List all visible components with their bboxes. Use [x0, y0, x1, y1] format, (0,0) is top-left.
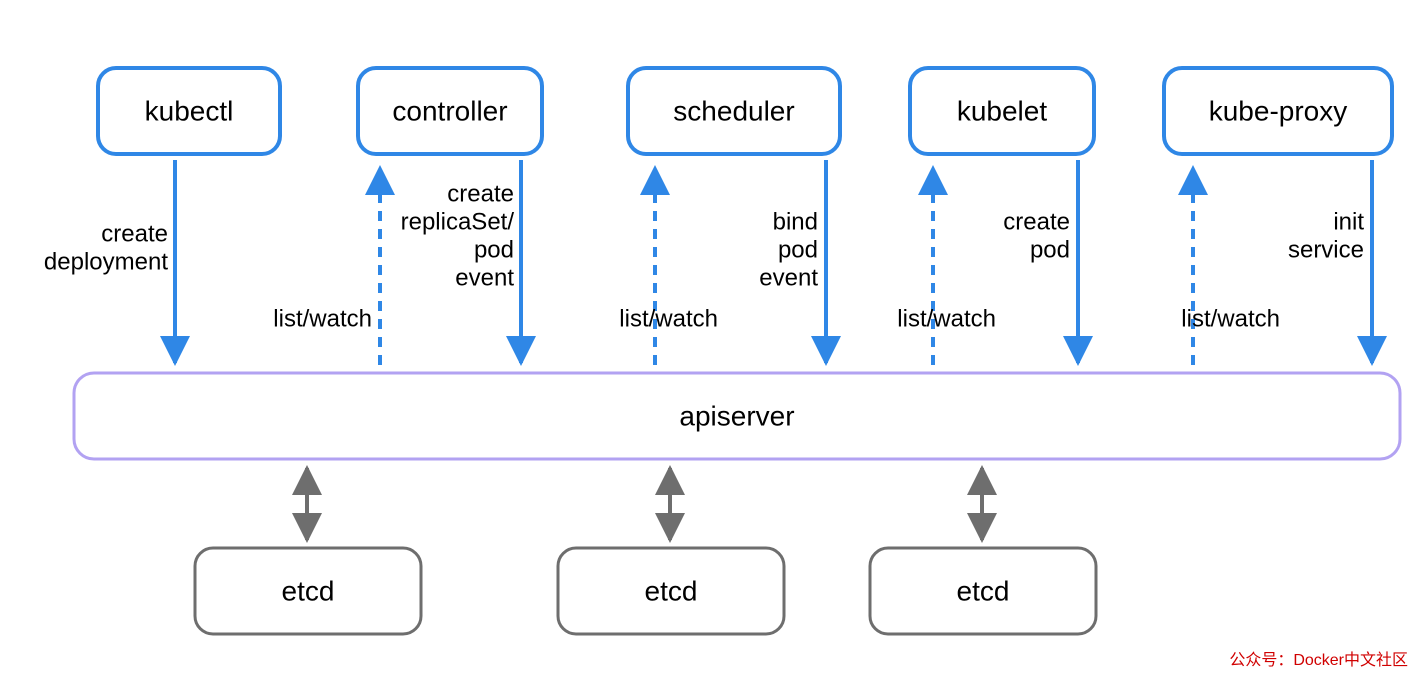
- label-controller-down-3: pod: [474, 236, 514, 263]
- label-kubelet-up: list/watch: [897, 305, 996, 332]
- credit-text: 公众号：Docker中文社区: [1229, 651, 1408, 669]
- node-etcd-2-label: etcd: [645, 575, 698, 606]
- node-kubectl-label: kubectl: [145, 95, 234, 126]
- label-controller-down-1: create: [447, 180, 514, 207]
- label-controller-down-4: event: [455, 264, 514, 291]
- node-kubelet-label: kubelet: [957, 95, 1048, 126]
- node-etcd-1-label: etcd: [282, 575, 335, 606]
- node-apiserver-label: apiserver: [679, 400, 794, 431]
- node-etcd-3-label: etcd: [957, 575, 1010, 606]
- label-kubelet-down-1: create: [1003, 208, 1070, 235]
- label-scheduler-down-3: event: [759, 264, 818, 291]
- label-controller-up: list/watch: [273, 305, 372, 332]
- label-scheduler-down-2: pod: [778, 236, 818, 263]
- label-scheduler-down-1: bind: [773, 208, 818, 235]
- label-kubeproxy-down-1: init: [1333, 208, 1364, 235]
- label-kubelet-down-2: pod: [1030, 236, 1070, 263]
- label-controller-down-2: replicaSet/: [401, 208, 515, 235]
- label-kubeproxy-up: list/watch: [1181, 305, 1280, 332]
- label-kubeproxy-down-2: service: [1288, 236, 1364, 263]
- node-scheduler-label: scheduler: [673, 95, 794, 126]
- node-kubeproxy-label: kube-proxy: [1209, 95, 1348, 126]
- label-kubectl-down-1: create: [101, 220, 168, 247]
- label-scheduler-up: list/watch: [619, 305, 718, 332]
- node-controller-label: controller: [392, 95, 507, 126]
- label-kubectl-down-2: deployment: [44, 248, 168, 275]
